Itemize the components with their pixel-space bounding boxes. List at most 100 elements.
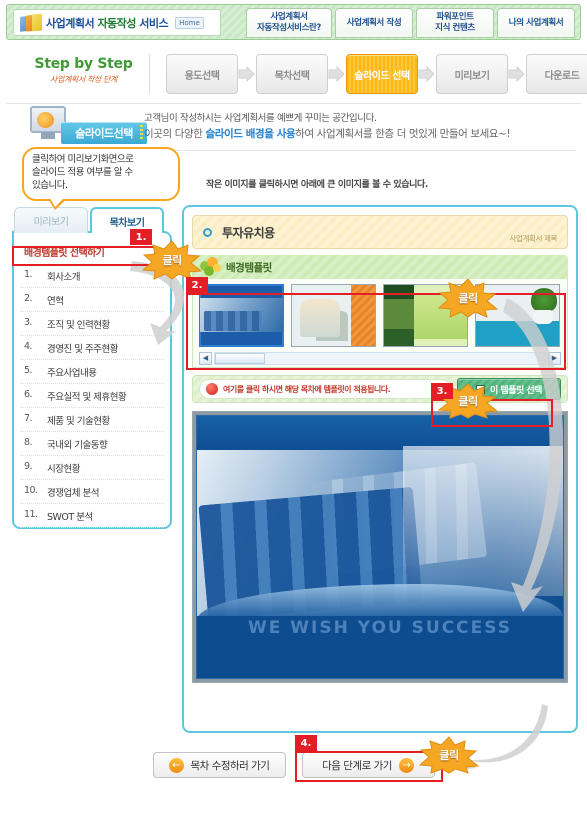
tab-preview[interactable]: 미리보기 — [14, 207, 88, 233]
page-root: 사업계획서 자동작성 서비스 Home 사업계획서 자동작성서비스란? 사업계획서… — [0, 0, 587, 821]
nav-tab-create-plan[interactable]: 사업계획서 작성 — [335, 8, 413, 38]
toc-item-number: 9. — [24, 460, 33, 472]
click-starburst-4: 클릭 — [418, 736, 480, 774]
toc-item[interactable]: 5. 주요사업내용 — [20, 360, 164, 384]
arrow-left-icon: ← — [168, 757, 184, 773]
callout-line-3: 있습니다. — [32, 179, 68, 191]
annotation-marker-3: 3. — [431, 383, 453, 399]
site-logo[interactable]: 사업계획서 자동작성 서비스 Home — [13, 9, 221, 36]
step-slide-select[interactable]: 슬라이드 선택 — [346, 54, 418, 94]
toc-list: 1. 회사소개 2. 연혁 3. 조직 및 인력현황 4. 경영진 및 주주현황 5. 주… — [20, 264, 164, 528]
step-by-step-title: Step by Step 사업계획서 작성 단계 — [26, 56, 141, 85]
toc-item-label: SWOT 분석 — [47, 511, 93, 523]
step-progress-bar: Step by Step 사업계획서 작성 단계 용도선택 목차선택 슬라이드 … — [6, 46, 587, 104]
click-label: 클릭 — [162, 254, 182, 267]
annotation-marker-1: 1. — [130, 229, 152, 245]
template-thumbnail-area: ◀ ▶ — [192, 279, 568, 368]
toc-item-number: 5. — [24, 364, 33, 376]
site-header: 사업계획서 자동작성 서비스 Home 사업계획서 자동작성서비스란? 사업계획서… — [6, 4, 581, 40]
template-section-title: 배경템플릿 — [226, 261, 272, 274]
step-title-ko: 사업계획서 작성 단계 — [50, 75, 117, 84]
click-starburst-1: 클릭 — [141, 240, 203, 280]
toc-item-label: 주요실적 및 제휴현황 — [47, 391, 127, 403]
toc-item[interactable]: 6. 주요실적 및 제휴현황 — [20, 384, 164, 408]
toc-item-label: 연혁 — [47, 295, 64, 307]
toc-item-label: 경쟁업체 분석 — [47, 487, 99, 499]
preview-light-sheen — [403, 446, 563, 596]
circle-bullet-icon — [203, 227, 212, 237]
books-logo-icon — [20, 13, 42, 33]
toc-item-label: 시장현황 — [47, 463, 80, 475]
toc-item-number: 1. — [24, 268, 33, 280]
main-nav: 사업계획서 자동작성서비스란? 사업계획서 작성 파워포인트 지식 컨텐츠 나의 사… — [246, 8, 575, 38]
template-section-header: 배경템플릿 — [192, 255, 568, 279]
go-back-to-toc-button[interactable]: ← 목차 수정하러 가기 — [152, 752, 286, 778]
preview-motto-text: WE WISH YOU SUCCESS — [248, 618, 512, 638]
step-toc-select[interactable]: 목차선택 — [256, 54, 328, 94]
nav-tab-ppt-contents[interactable]: 파워포인트 지식 컨텐츠 — [416, 8, 494, 38]
toc-item[interactable]: 7. 제품 및 기술현황 — [20, 408, 164, 432]
go-back-label: 목차 수정하러 가기 — [190, 759, 270, 772]
home-badge[interactable]: Home — [175, 16, 204, 29]
toc-item-label: 조직 및 인력현황 — [47, 319, 110, 331]
toc-item-label: 경영진 및 주주현황 — [47, 343, 118, 355]
intro-line-2: 이곳의 다양한 슬라이드 배경을 사용하여 사업계획서를 한층 더 멋있게 만들… — [144, 128, 511, 141]
toc-item-number: 10. — [24, 484, 38, 496]
toc-item-label: 회사소개 — [47, 271, 80, 283]
toc-item-number: 8. — [24, 436, 33, 448]
slide-select-badge-label: 슬라이드선택 — [61, 122, 147, 144]
document-title-caption: 사업계획서 제목 — [509, 234, 558, 243]
click-starburst-2: 클릭 — [437, 278, 499, 318]
click-label: 클릭 — [458, 395, 478, 408]
annotation-marker-4: 4. — [295, 735, 317, 751]
step-arrow-icon — [328, 65, 346, 83]
slide-select-badge: 슬라이드선택 — [28, 106, 148, 146]
apply-template-row: 여기를 클릭 하시면 해당 목차에 템플릿이 적용됩니다. 이 템플릿 선택 — [192, 375, 568, 403]
toc-item-number: 4. — [24, 340, 33, 352]
arrow-right-icon: → — [398, 757, 414, 773]
click-label: 클릭 — [439, 749, 459, 762]
slide-preview-image[interactable]: WE WISH YOU SUCCESS — [196, 415, 564, 679]
toc-item[interactable]: 10. 경쟁업체 분석 — [20, 480, 164, 504]
toc-item-number: 6. — [24, 388, 33, 400]
step-list: 용도선택 목차선택 슬라이드 선택 미리보기 다운로드 — [166, 54, 587, 94]
step-preview[interactable]: 미리보기 — [436, 54, 508, 94]
slide-selection-panel: 투자유치용 사업계획서 제목 배경템플릿 ◀ ▶ 여기를 클릭 하시면 해당 목… — [182, 205, 578, 733]
step-purpose-select[interactable]: 용도선택 — [166, 54, 238, 94]
scroll-left-icon[interactable]: ◀ — [199, 351, 212, 365]
notice-text: 여기를 클릭 하시면 해당 목차에 템플릿이 적용됩니다. — [223, 384, 391, 394]
intro-line-1: 고객님이 작성하시는 사업계획서를 예쁘게 꾸미는 공간입니다. — [144, 113, 377, 124]
template-thumbnail-orange-chair[interactable] — [291, 284, 376, 347]
toc-item-label: 국내외 기술동향 — [47, 439, 108, 451]
scroll-right-icon[interactable]: ▶ — [548, 351, 561, 365]
toc-item[interactable]: 11. SWOT 분석 — [20, 504, 164, 528]
tab-toc[interactable]: 목차보기 — [90, 207, 164, 233]
nav-tab-about-service[interactable]: 사업계획서 자동작성서비스란? — [246, 8, 332, 38]
click-label: 클릭 — [458, 292, 478, 305]
preview-tab-callout: 클릭하여 미리보기화면으로 슬라이드 적용 여부를 알 수 있습니다. — [22, 147, 180, 210]
scrollbar-thumb[interactable] — [215, 352, 265, 364]
document-title: 투자유치용 — [222, 225, 275, 240]
step-download[interactable]: 다운로드 — [526, 54, 587, 94]
toc-item-number: 2. — [24, 292, 33, 304]
go-next-step-button[interactable]: 다음 단계로 가기 → — [301, 752, 435, 778]
nav-tab-my-plans[interactable]: 나의 사업계획서 — [497, 8, 575, 38]
toc-item-number: 7. — [24, 412, 33, 424]
annotation-marker-2: 2. — [186, 277, 208, 293]
callout-line-1: 클릭하여 미리보기화면으로 — [32, 154, 134, 165]
toc-item[interactable]: 8. 국내외 기술동향 — [20, 432, 164, 456]
thumbnail-scrollbar[interactable]: ◀ ▶ — [199, 351, 561, 365]
toc-item[interactable]: 3. 조직 및 인력현황 — [20, 312, 164, 336]
toc-item[interactable]: 2. 연혁 — [20, 288, 164, 312]
toc-item[interactable]: 9. 시장현황 — [20, 456, 164, 480]
template-thumbnail-blue-calculator[interactable] — [199, 284, 284, 347]
step-arrow-icon — [418, 65, 436, 83]
toc-item[interactable]: 4. 경영진 및 주주현황 — [20, 336, 164, 360]
step-title-en: Step by Step — [34, 56, 133, 72]
toc-item-label: 주요사업내용 — [47, 367, 97, 379]
scrollbar-track[interactable] — [214, 351, 546, 365]
callout-line-2: 슬라이드 적용 여부를 알 수 — [32, 166, 133, 178]
notice-message: 여기를 클릭 하시면 해당 목차에 템플릿이 적용됩니다. — [199, 379, 451, 399]
preview-top-band — [197, 416, 563, 450]
step-divider — [149, 54, 150, 94]
